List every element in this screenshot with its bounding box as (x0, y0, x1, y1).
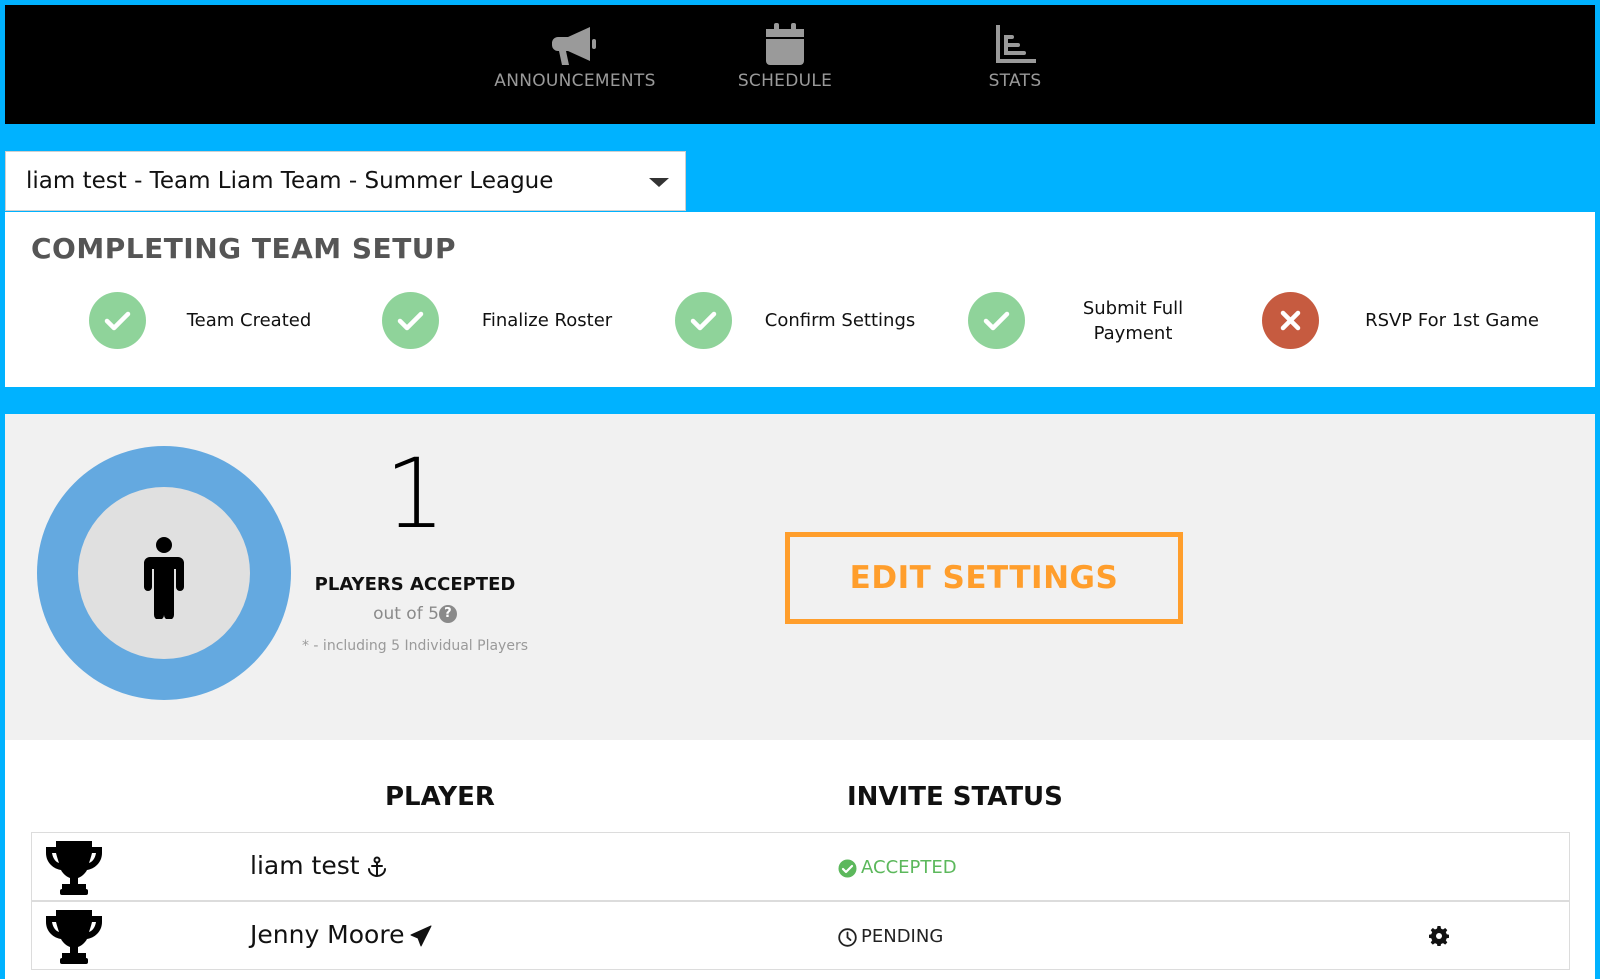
setup-title: COMPLETING TEAM SETUP (31, 232, 457, 265)
players-note: * - including 5 Individual Players (301, 638, 528, 654)
paper-plane-icon[interactable] (410, 925, 432, 947)
players-accepted-label: PLAYERS ACCEPTED (314, 574, 516, 595)
chevron-down-icon (649, 178, 669, 187)
team-select-dropdown[interactable]: liam test - Team Liam Team - Summer Leag… (5, 151, 686, 211)
out-of-text: out of 5? (295, 604, 535, 624)
trophy-icon (46, 841, 102, 895)
team-select-value: liam test - Team Liam Team - Summer Leag… (26, 168, 554, 194)
out-of-value: out of 5 (373, 604, 439, 624)
trophy-icon (46, 910, 102, 964)
help-icon[interactable]: ? (438, 605, 457, 623)
invite-status: ACCEPTED (838, 857, 957, 878)
nav-stats[interactable]: STATS (960, 23, 1070, 91)
ring-center (78, 487, 250, 659)
setup-step: Confirm Settings (675, 292, 925, 352)
nav-schedule[interactable]: SCHEDULE (710, 23, 860, 91)
setup-step[interactable]: RSVP For 1st Game (1262, 292, 1582, 352)
players-progress-ring (37, 446, 291, 700)
nav-label: ANNOUNCEMENTS (494, 71, 656, 91)
check-icon (382, 292, 439, 349)
top-nav: ANNOUNCEMENTS SCHEDULE STATS (5, 5, 1595, 124)
megaphone-icon (552, 27, 596, 65)
table-row: liam test ACCEPTED (31, 832, 1570, 901)
step-label: Confirm Settings (764, 310, 916, 331)
bar-chart-icon (996, 25, 1036, 63)
roster-summary-panel: 1 PLAYERS ACCEPTED out of 5? * - includi… (5, 414, 1595, 740)
check-circle-icon (838, 859, 857, 877)
player-name-text: Jenny Moore (250, 920, 405, 949)
x-icon (1262, 292, 1319, 349)
anchor-icon (367, 856, 386, 878)
person-icon (144, 537, 184, 619)
column-header-invite-status: INVITE STATUS (847, 782, 1063, 812)
setup-step: Submit Full Payment (968, 292, 1208, 352)
step-label: Submit Full Payment (1082, 297, 1184, 344)
setup-step: Team Created (89, 292, 329, 352)
check-icon (968, 292, 1025, 349)
invite-status-text: PENDING (861, 926, 944, 947)
nav-label: SCHEDULE (737, 71, 833, 91)
step-label: Finalize Roster (481, 310, 613, 331)
step-label: RSVP For 1st Game (1365, 310, 1539, 331)
player-name: Jenny Moore (250, 920, 432, 949)
nav-label: STATS (988, 71, 1042, 91)
invite-status: PENDING (838, 926, 943, 947)
setup-step: Finalize Roster (382, 292, 632, 352)
roster-table: PLAYER INVITE STATUS liam test ACCEPTED … (5, 740, 1595, 979)
clock-icon (838, 927, 857, 947)
player-name-text: liam test (250, 851, 360, 880)
calendar-icon (766, 23, 804, 65)
step-label: Team Created (186, 310, 312, 331)
accepted-count: 1 (384, 438, 446, 550)
team-setup-panel: COMPLETING TEAM SETUP Team Created Final… (5, 212, 1595, 387)
player-name: liam test (250, 851, 388, 880)
column-header-player: PLAYER (385, 782, 495, 812)
nav-announcements[interactable]: ANNOUNCEMENTS (485, 23, 665, 91)
check-icon (89, 292, 146, 349)
invite-status-text: ACCEPTED (861, 857, 957, 878)
gear-icon[interactable] (1429, 926, 1449, 946)
check-icon (675, 292, 732, 349)
table-row: Jenny Moore PENDING (31, 901, 1570, 970)
edit-settings-button[interactable]: EDIT SETTINGS (785, 532, 1183, 624)
